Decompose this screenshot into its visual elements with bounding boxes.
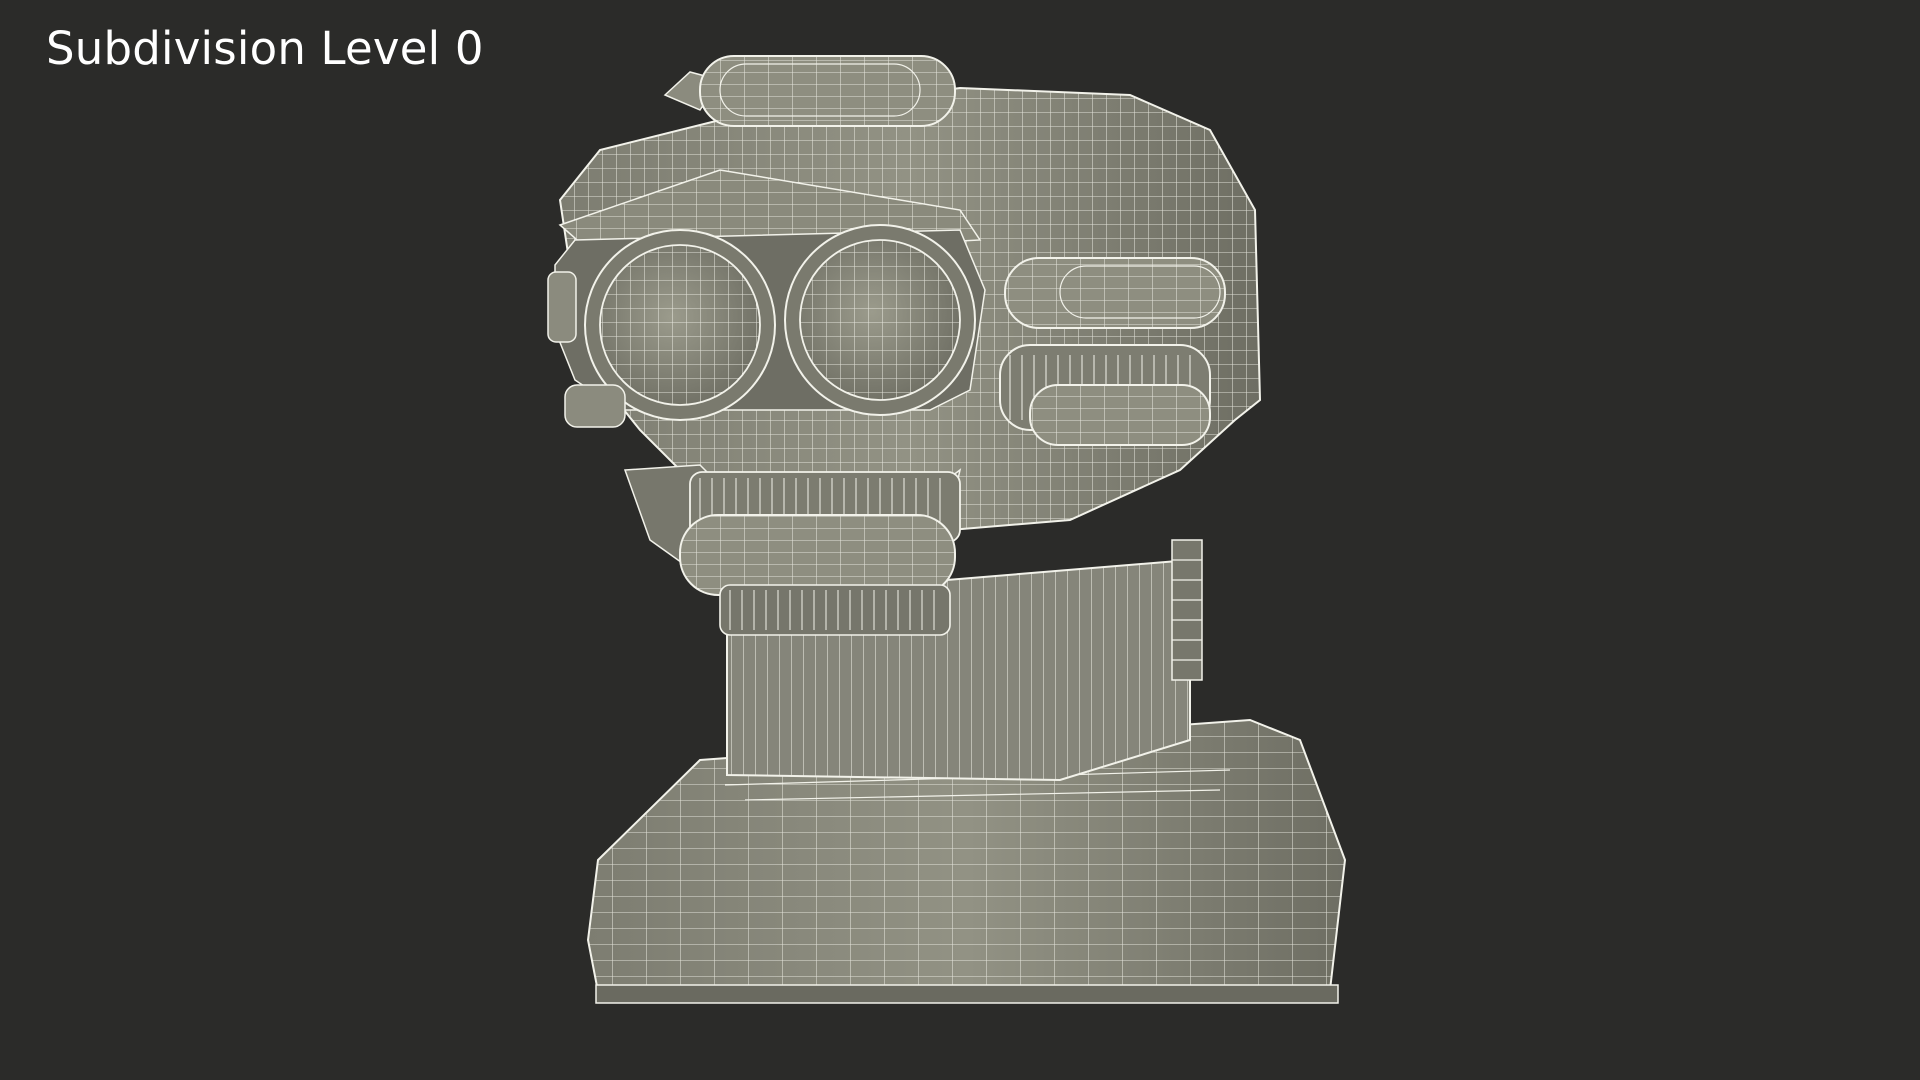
ear-pods [999, 257, 1226, 446]
goggle-eyes [547, 224, 986, 428]
top-handle [663, 55, 956, 127]
3d-viewport[interactable]: Subdivision Level 0 [0, 0, 1920, 1080]
robot-head-wireframe-model [547, 55, 1347, 1004]
mouth-unit [623, 464, 962, 636]
